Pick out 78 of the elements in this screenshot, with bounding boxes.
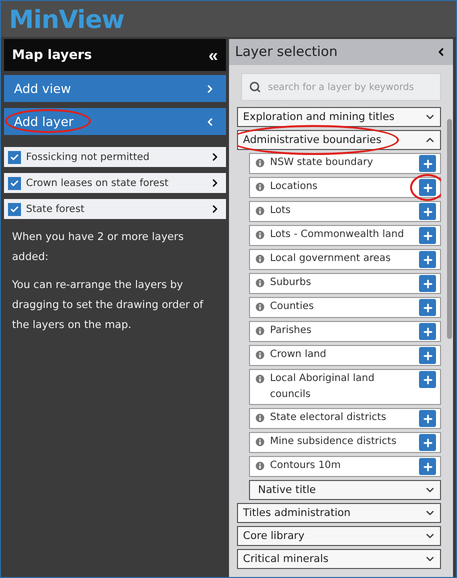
scrollbar-thumb[interactable] — [446, 119, 452, 339]
checkbox[interactable] — [8, 202, 21, 216]
category-dropdown[interactable]: Native title — [249, 480, 441, 500]
layer-name: NSW state boundary — [270, 156, 374, 170]
layer-row[interactable]: State forest — [4, 199, 226, 219]
layer-name: Locations — [270, 180, 319, 194]
checkbox[interactable] — [8, 150, 21, 164]
layer-name: Mine subsidence districts — [270, 435, 398, 449]
plus-icon — [422, 460, 434, 472]
app-logo: MinView — [9, 4, 124, 34]
layer-name: Crown land — [270, 348, 328, 362]
info-icon[interactable] — [254, 349, 266, 361]
info-icon[interactable] — [254, 412, 266, 424]
layer-name: Lots — [270, 204, 292, 218]
collapse-button[interactable]: « — [208, 46, 218, 64]
info-icon[interactable] — [254, 253, 266, 265]
search-field[interactable]: search for a layer by keywords — [241, 73, 441, 101]
menu-button[interactable]: Add layer — [4, 108, 226, 135]
check-icon — [10, 204, 19, 214]
add-button[interactable] — [419, 371, 436, 388]
layer-row[interactable]: Fossicking not permitted — [4, 147, 226, 167]
add-button[interactable] — [419, 227, 436, 244]
panel-title: Layer selection — [235, 44, 338, 60]
info-icon[interactable] — [254, 325, 266, 337]
plus-icon — [422, 254, 434, 266]
plus-icon — [422, 326, 434, 338]
info-icon[interactable] — [254, 301, 266, 313]
layer-name: Lots - Commonwealth land — [270, 228, 405, 242]
layer-name: Suburbs — [270, 276, 312, 290]
add-button[interactable] — [419, 347, 436, 364]
info-icon[interactable] — [254, 181, 266, 193]
add-button[interactable] — [419, 323, 436, 340]
layer-name: Contours 10m — [270, 459, 342, 473]
plus-icon — [422, 278, 434, 290]
layer-name: State electoral districts — [270, 411, 388, 425]
plus-icon — [422, 436, 434, 448]
add-button[interactable] — [419, 155, 436, 172]
plus-icon — [422, 158, 434, 170]
plus-icon — [422, 412, 434, 424]
layer-row[interactable]: Crown leases on state forest — [4, 173, 226, 193]
plus-icon — [422, 206, 434, 218]
info-icon[interactable] — [254, 229, 266, 241]
layer-name: Local government areas — [270, 252, 392, 266]
add-button[interactable] — [419, 434, 436, 451]
plus-icon — [422, 374, 434, 386]
check-icon — [10, 178, 19, 188]
plus-icon — [422, 350, 434, 362]
checkbox[interactable] — [8, 176, 21, 190]
plus-icon — [422, 230, 434, 242]
info-icon[interactable] — [254, 460, 266, 472]
add-button[interactable] — [419, 458, 436, 475]
menu-button[interactable]: Add view — [4, 75, 226, 102]
help-text: You can re-arrange the layers by dragging to set the drawing order of the layers on the map. — [12, 278, 204, 333]
add-button[interactable] — [419, 251, 436, 268]
category-dropdown[interactable]: Titles administration — [237, 503, 441, 523]
category-dropdown[interactable]: Administrative boundaries — [237, 130, 441, 150]
panel-title: Map layers — [12, 48, 92, 62]
info-icon[interactable] — [254, 205, 266, 217]
plus-icon — [422, 302, 434, 314]
category-dropdown[interactable]: Exploration and mining titles — [237, 107, 441, 127]
search-icon — [249, 81, 261, 93]
add-button[interactable] — [419, 203, 436, 220]
layer-name: Parishes — [270, 324, 313, 338]
add-button[interactable] — [419, 299, 436, 316]
info-icon[interactable] — [254, 436, 266, 448]
check-icon — [10, 152, 19, 162]
add-button[interactable] — [419, 275, 436, 292]
category-dropdown[interactable]: Critical minerals — [237, 549, 441, 569]
add-button[interactable] — [419, 179, 436, 196]
category-dropdown[interactable]: Core library — [237, 526, 441, 546]
info-icon[interactable] — [254, 277, 266, 289]
layer-name: Counties — [270, 300, 315, 314]
add-button[interactable] — [419, 410, 436, 427]
info-icon[interactable] — [254, 373, 266, 385]
plus-icon — [422, 182, 434, 194]
info-icon[interactable] — [254, 157, 266, 169]
layer-name: Local Aboriginal land councils — [270, 372, 376, 402]
help-text: When you have 2 or more layers added: — [12, 230, 185, 265]
